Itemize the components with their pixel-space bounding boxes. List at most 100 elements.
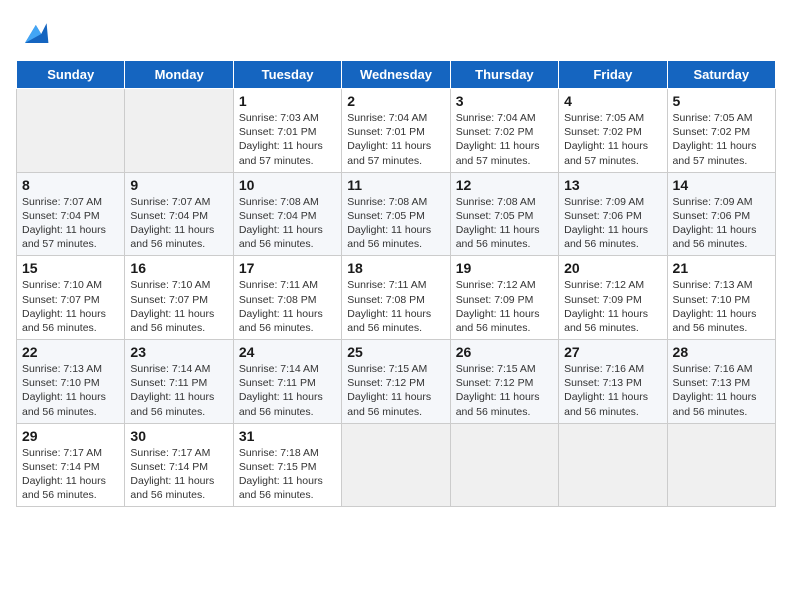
day-number: 23	[130, 344, 227, 360]
weekday-header-sunday: Sunday	[17, 61, 125, 89]
calendar-cell	[559, 423, 667, 507]
day-number: 20	[564, 260, 661, 276]
day-info: Sunrise: 7:11 AM Sunset: 7:08 PM Dayligh…	[347, 278, 444, 335]
day-number: 16	[130, 260, 227, 276]
calendar-cell: 3 Sunrise: 7:04 AM Sunset: 7:02 PM Dayli…	[450, 89, 558, 173]
calendar-cell: 11 Sunrise: 7:08 AM Sunset: 7:05 PM Dayl…	[342, 172, 450, 256]
page-header	[16, 16, 776, 52]
day-info: Sunrise: 7:14 AM Sunset: 7:11 PM Dayligh…	[130, 362, 227, 419]
calendar-cell: 2 Sunrise: 7:04 AM Sunset: 7:01 PM Dayli…	[342, 89, 450, 173]
day-number: 10	[239, 177, 336, 193]
calendar-cell: 31 Sunrise: 7:18 AM Sunset: 7:15 PM Dayl…	[233, 423, 341, 507]
calendar-week-row: 22 Sunrise: 7:13 AM Sunset: 7:10 PM Dayl…	[17, 340, 776, 424]
day-info: Sunrise: 7:13 AM Sunset: 7:10 PM Dayligh…	[673, 278, 770, 335]
calendar-cell: 13 Sunrise: 7:09 AM Sunset: 7:06 PM Dayl…	[559, 172, 667, 256]
day-info: Sunrise: 7:16 AM Sunset: 7:13 PM Dayligh…	[673, 362, 770, 419]
calendar-cell: 28 Sunrise: 7:16 AM Sunset: 7:13 PM Dayl…	[667, 340, 775, 424]
day-info: Sunrise: 7:05 AM Sunset: 7:02 PM Dayligh…	[673, 111, 770, 168]
day-number: 2	[347, 93, 444, 109]
day-number: 12	[456, 177, 553, 193]
calendar-cell: 8 Sunrise: 7:07 AM Sunset: 7:04 PM Dayli…	[17, 172, 125, 256]
calendar-cell: 29 Sunrise: 7:17 AM Sunset: 7:14 PM Dayl…	[17, 423, 125, 507]
logo-bird-icon	[16, 16, 52, 52]
calendar-cell	[450, 423, 558, 507]
day-number: 9	[130, 177, 227, 193]
calendar-cell: 25 Sunrise: 7:15 AM Sunset: 7:12 PM Dayl…	[342, 340, 450, 424]
calendar-cell: 18 Sunrise: 7:11 AM Sunset: 7:08 PM Dayl…	[342, 256, 450, 340]
day-number: 26	[456, 344, 553, 360]
calendar-week-row: 15 Sunrise: 7:10 AM Sunset: 7:07 PM Dayl…	[17, 256, 776, 340]
day-number: 24	[239, 344, 336, 360]
day-number: 14	[673, 177, 770, 193]
calendar-cell	[667, 423, 775, 507]
day-info: Sunrise: 7:11 AM Sunset: 7:08 PM Dayligh…	[239, 278, 336, 335]
day-number: 18	[347, 260, 444, 276]
calendar-cell: 15 Sunrise: 7:10 AM Sunset: 7:07 PM Dayl…	[17, 256, 125, 340]
day-number: 13	[564, 177, 661, 193]
day-info: Sunrise: 7:17 AM Sunset: 7:14 PM Dayligh…	[130, 446, 227, 503]
day-number: 8	[22, 177, 119, 193]
day-number: 3	[456, 93, 553, 109]
day-info: Sunrise: 7:09 AM Sunset: 7:06 PM Dayligh…	[673, 195, 770, 252]
day-number: 22	[22, 344, 119, 360]
logo	[16, 16, 56, 52]
day-info: Sunrise: 7:08 AM Sunset: 7:04 PM Dayligh…	[239, 195, 336, 252]
weekday-header-monday: Monday	[125, 61, 233, 89]
calendar-cell: 12 Sunrise: 7:08 AM Sunset: 7:05 PM Dayl…	[450, 172, 558, 256]
day-number: 4	[564, 93, 661, 109]
day-number: 28	[673, 344, 770, 360]
day-info: Sunrise: 7:10 AM Sunset: 7:07 PM Dayligh…	[130, 278, 227, 335]
day-info: Sunrise: 7:04 AM Sunset: 7:01 PM Dayligh…	[347, 111, 444, 168]
calendar-cell	[125, 89, 233, 173]
weekday-header-saturday: Saturday	[667, 61, 775, 89]
weekday-header-friday: Friday	[559, 61, 667, 89]
day-info: Sunrise: 7:12 AM Sunset: 7:09 PM Dayligh…	[564, 278, 661, 335]
day-number: 5	[673, 93, 770, 109]
day-info: Sunrise: 7:10 AM Sunset: 7:07 PM Dayligh…	[22, 278, 119, 335]
weekday-header-thursday: Thursday	[450, 61, 558, 89]
calendar-cell: 1 Sunrise: 7:03 AM Sunset: 7:01 PM Dayli…	[233, 89, 341, 173]
calendar-cell: 17 Sunrise: 7:11 AM Sunset: 7:08 PM Dayl…	[233, 256, 341, 340]
day-number: 17	[239, 260, 336, 276]
day-info: Sunrise: 7:09 AM Sunset: 7:06 PM Dayligh…	[564, 195, 661, 252]
calendar-cell	[17, 89, 125, 173]
day-info: Sunrise: 7:18 AM Sunset: 7:15 PM Dayligh…	[239, 446, 336, 503]
calendar-cell: 30 Sunrise: 7:17 AM Sunset: 7:14 PM Dayl…	[125, 423, 233, 507]
calendar-cell: 20 Sunrise: 7:12 AM Sunset: 7:09 PM Dayl…	[559, 256, 667, 340]
day-info: Sunrise: 7:08 AM Sunset: 7:05 PM Dayligh…	[347, 195, 444, 252]
calendar-cell: 24 Sunrise: 7:14 AM Sunset: 7:11 PM Dayl…	[233, 340, 341, 424]
weekday-header-row: SundayMondayTuesdayWednesdayThursdayFrid…	[17, 61, 776, 89]
day-info: Sunrise: 7:07 AM Sunset: 7:04 PM Dayligh…	[130, 195, 227, 252]
day-info: Sunrise: 7:17 AM Sunset: 7:14 PM Dayligh…	[22, 446, 119, 503]
weekday-header-tuesday: Tuesday	[233, 61, 341, 89]
day-info: Sunrise: 7:16 AM Sunset: 7:13 PM Dayligh…	[564, 362, 661, 419]
calendar-cell: 4 Sunrise: 7:05 AM Sunset: 7:02 PM Dayli…	[559, 89, 667, 173]
day-info: Sunrise: 7:04 AM Sunset: 7:02 PM Dayligh…	[456, 111, 553, 168]
calendar-cell: 16 Sunrise: 7:10 AM Sunset: 7:07 PM Dayl…	[125, 256, 233, 340]
day-number: 1	[239, 93, 336, 109]
calendar-week-row: 29 Sunrise: 7:17 AM Sunset: 7:14 PM Dayl…	[17, 423, 776, 507]
day-number: 25	[347, 344, 444, 360]
day-info: Sunrise: 7:13 AM Sunset: 7:10 PM Dayligh…	[22, 362, 119, 419]
calendar-week-row: 8 Sunrise: 7:07 AM Sunset: 7:04 PM Dayli…	[17, 172, 776, 256]
day-info: Sunrise: 7:14 AM Sunset: 7:11 PM Dayligh…	[239, 362, 336, 419]
day-info: Sunrise: 7:07 AM Sunset: 7:04 PM Dayligh…	[22, 195, 119, 252]
day-number: 15	[22, 260, 119, 276]
calendar-cell: 14 Sunrise: 7:09 AM Sunset: 7:06 PM Dayl…	[667, 172, 775, 256]
calendar-cell: 10 Sunrise: 7:08 AM Sunset: 7:04 PM Dayl…	[233, 172, 341, 256]
day-info: Sunrise: 7:03 AM Sunset: 7:01 PM Dayligh…	[239, 111, 336, 168]
calendar-cell: 26 Sunrise: 7:15 AM Sunset: 7:12 PM Dayl…	[450, 340, 558, 424]
calendar-cell: 19 Sunrise: 7:12 AM Sunset: 7:09 PM Dayl…	[450, 256, 558, 340]
calendar-table: SundayMondayTuesdayWednesdayThursdayFrid…	[16, 60, 776, 507]
day-info: Sunrise: 7:15 AM Sunset: 7:12 PM Dayligh…	[347, 362, 444, 419]
calendar-cell: 22 Sunrise: 7:13 AM Sunset: 7:10 PM Dayl…	[17, 340, 125, 424]
day-info: Sunrise: 7:15 AM Sunset: 7:12 PM Dayligh…	[456, 362, 553, 419]
day-number: 19	[456, 260, 553, 276]
day-number: 11	[347, 177, 444, 193]
day-info: Sunrise: 7:12 AM Sunset: 7:09 PM Dayligh…	[456, 278, 553, 335]
calendar-cell: 9 Sunrise: 7:07 AM Sunset: 7:04 PM Dayli…	[125, 172, 233, 256]
weekday-header-wednesday: Wednesday	[342, 61, 450, 89]
day-info: Sunrise: 7:08 AM Sunset: 7:05 PM Dayligh…	[456, 195, 553, 252]
calendar-cell: 27 Sunrise: 7:16 AM Sunset: 7:13 PM Dayl…	[559, 340, 667, 424]
calendar-cell	[342, 423, 450, 507]
